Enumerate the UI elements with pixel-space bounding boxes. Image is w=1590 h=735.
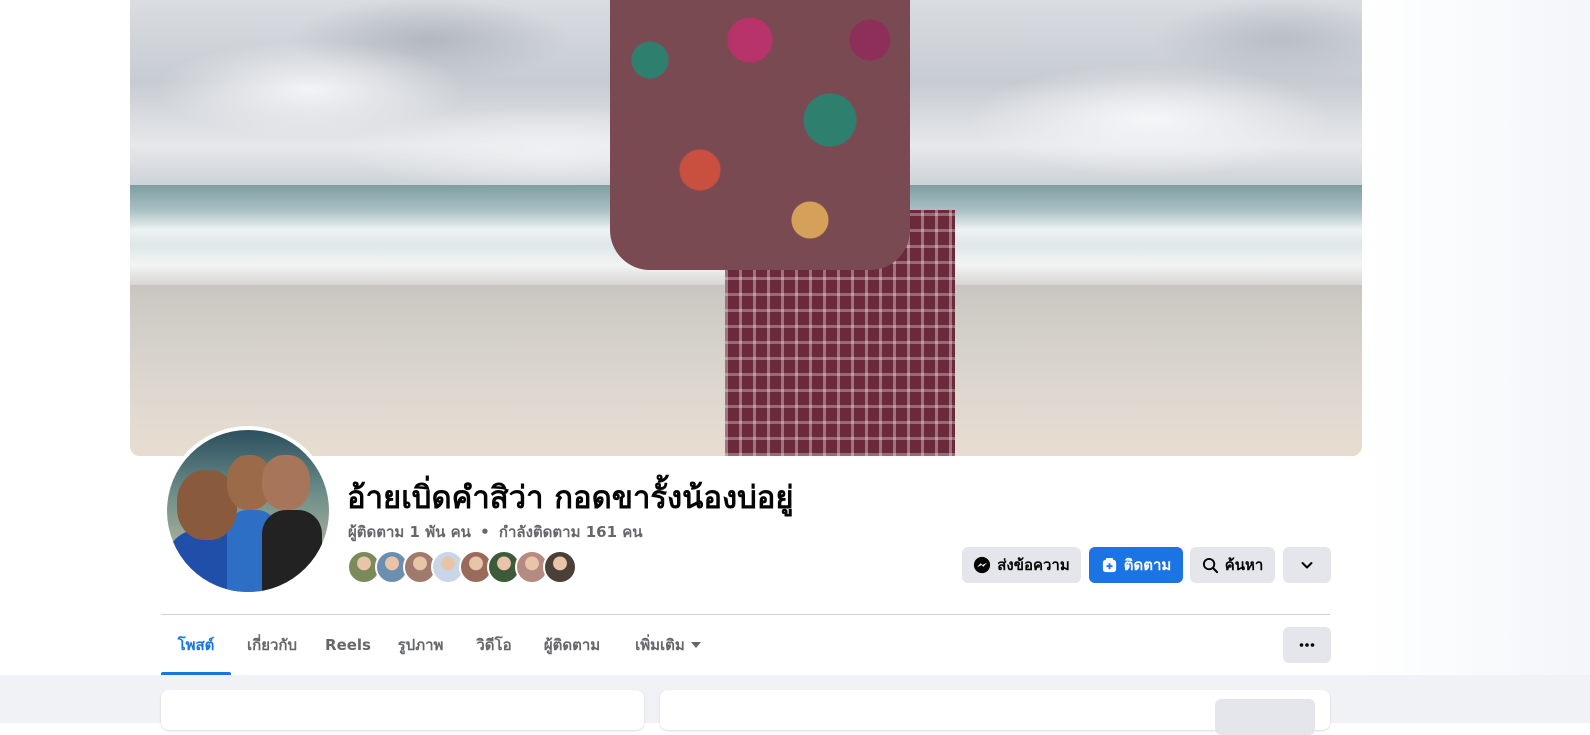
profile-name: อ้ายเบิ่ดคำสิว่า กอดขารั้งน้องบ่อยู่ — [347, 480, 794, 516]
chevron-down-icon — [1301, 562, 1313, 569]
page-background — [1362, 0, 1590, 684]
tab-reels[interactable]: Reels — [321, 615, 375, 675]
caret-down-icon — [690, 642, 701, 648]
tab-label: โพสต์ — [177, 636, 215, 654]
tab-photos[interactable]: รูปภาพ — [389, 615, 452, 675]
filters-button[interactable] — [1215, 699, 1315, 735]
tab-posts[interactable]: โพสต์ — [161, 615, 231, 675]
tab-label: เพิ่มเติม — [635, 636, 685, 654]
tab-about[interactable]: เกี่ยวกับ — [236, 615, 308, 675]
message-button[interactable]: ส่งข้อความ — [962, 547, 1081, 583]
follow-stats: ผู้ติดตาม 1 พัน คน • กำลังติดตาม 161 คน — [348, 520, 643, 544]
avatar-photo — [167, 430, 329, 592]
follow-button[interactable]: ติดตาม — [1089, 547, 1183, 583]
followers-count-link[interactable]: ผู้ติดตาม 1 พัน คน — [348, 523, 471, 541]
message-button-label: ส่งข้อความ — [997, 556, 1070, 574]
tab-videos[interactable]: วิดีโอ — [466, 615, 522, 675]
tab-label: รูปภาพ — [397, 636, 444, 654]
tab-label: วิดีโอ — [476, 636, 512, 654]
messenger-icon — [974, 556, 991, 574]
follow-button-label: ติดตาม — [1123, 556, 1172, 574]
search-button[interactable]: ค้นหา — [1190, 547, 1275, 583]
intro-card — [161, 690, 644, 730]
cover-photo[interactable] — [130, 0, 1362, 456]
more-horizontal-icon — [1299, 643, 1315, 647]
following-count-link[interactable]: กำลังติดตาม 161 คน — [499, 523, 643, 541]
stats-separator: • — [480, 523, 490, 541]
tab-followers[interactable]: ผู้ติดตาม — [534, 615, 610, 675]
search-button-label: ค้นหา — [1224, 556, 1264, 574]
search-icon — [1202, 557, 1218, 573]
profile-dropdown-button[interactable] — [1283, 547, 1331, 583]
follow-icon — [1102, 557, 1116, 572]
tab-more[interactable]: เพิ่มเติม — [623, 615, 713, 675]
profile-avatar[interactable] — [163, 426, 333, 596]
tab-label: Reels — [325, 636, 371, 654]
posts-card — [660, 690, 1330, 735]
mutual-avatar[interactable] — [543, 550, 577, 584]
more-options-button[interactable] — [1283, 627, 1331, 663]
cover-person-shirt — [610, 0, 910, 270]
tab-label: ผู้ติดตาม — [543, 636, 601, 654]
tab-label: เกี่ยวกับ — [246, 636, 298, 654]
